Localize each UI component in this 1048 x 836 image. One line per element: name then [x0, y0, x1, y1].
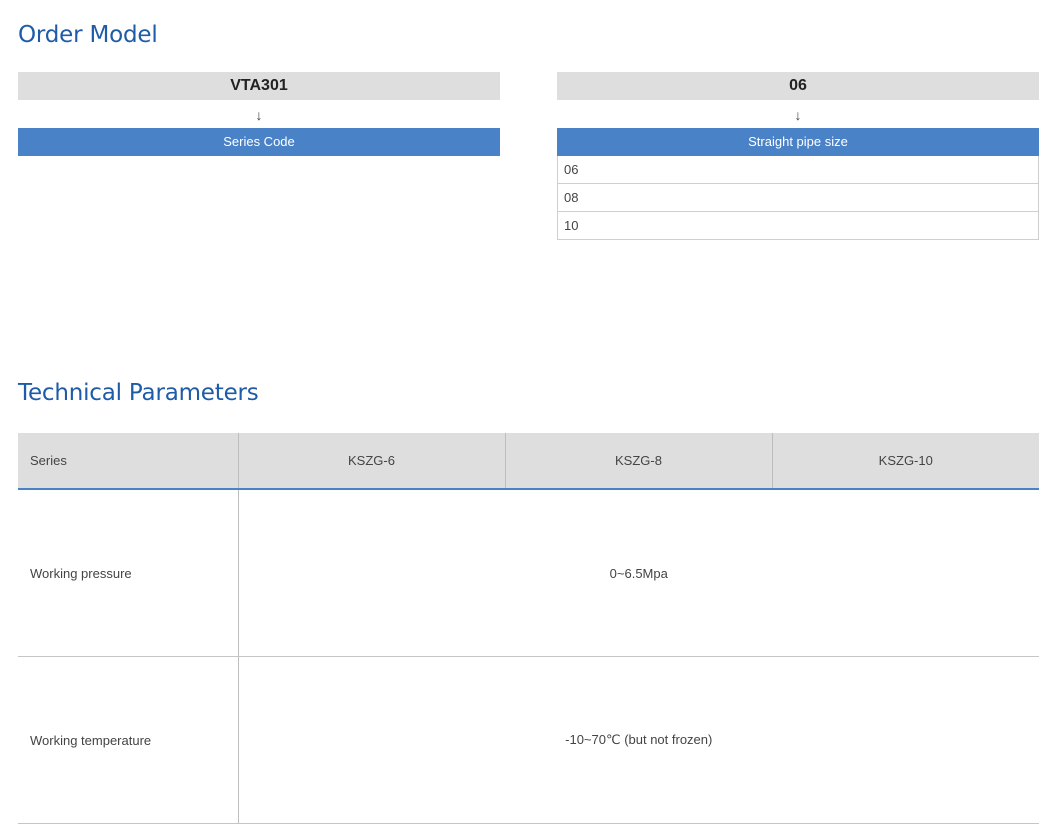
table-row: Working temperature -10~70℃ (but not fro… — [18, 656, 1039, 824]
row-value-working-pressure: 0~6.5Mpa — [238, 489, 1039, 657]
pipe-size-option: 08 — [558, 184, 1038, 212]
down-arrow-icon: ↓ — [794, 107, 802, 123]
pipe-size-options: 06 08 10 — [557, 156, 1039, 240]
technical-parameters-table: Series KSZG-6 KSZG-8 KSZG-10 Working pre… — [18, 433, 1039, 824]
series-code-value: VTA301 — [18, 72, 500, 100]
table-row: Working pressure 0~6.5Mpa — [18, 489, 1039, 657]
table-header-row: Series KSZG-6 KSZG-8 KSZG-10 — [18, 433, 1039, 490]
pipe-size-block: 06 ↓ Straight pipe size 06 08 10 — [557, 72, 1039, 240]
row-label-working-temperature: Working temperature — [18, 656, 239, 824]
pipe-size-option: 06 — [558, 156, 1038, 184]
row-value-working-temperature: -10~70℃ (but not frozen) — [238, 656, 1039, 824]
column-header-kszg-6: KSZG-6 — [237, 433, 505, 490]
pipe-size-value: 06 — [557, 72, 1039, 100]
pipe-size-label: Straight pipe size — [557, 128, 1039, 156]
row-label-working-pressure: Working pressure — [18, 489, 239, 657]
column-header-kszg-8: KSZG-8 — [504, 433, 772, 490]
series-code-block: VTA301 ↓ Series Code — [18, 72, 500, 156]
down-arrow-icon: ↓ — [255, 107, 263, 123]
technical-parameters-title: Technical Parameters — [18, 380, 259, 406]
column-header-kszg-10: KSZG-10 — [771, 433, 1039, 490]
column-header-series: Series — [18, 433, 238, 490]
order-model-title: Order Model — [18, 22, 158, 48]
pipe-size-option: 10 — [558, 212, 1038, 240]
series-code-label: Series Code — [18, 128, 500, 156]
